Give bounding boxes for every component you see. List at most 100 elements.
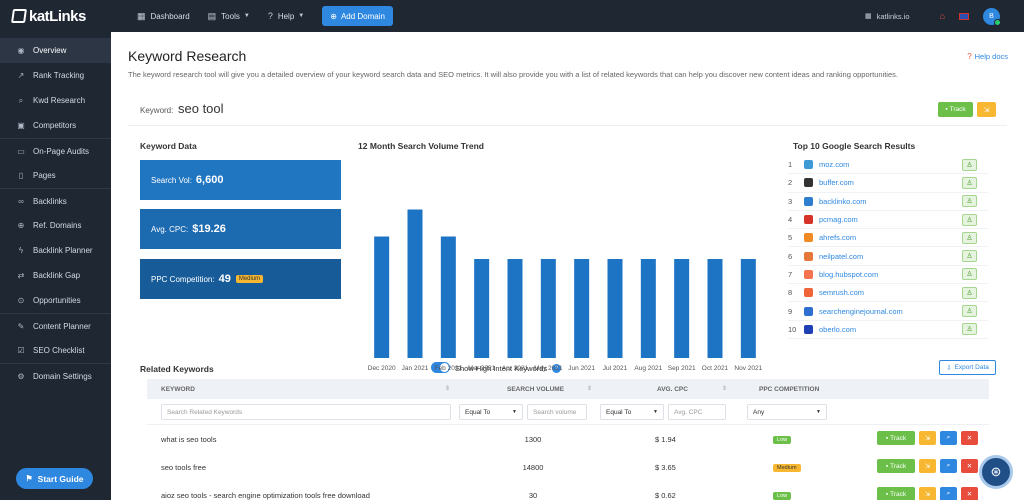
nav-dashboard[interactable]: ▦ Dashboard	[137, 11, 190, 22]
start-guide-button[interactable]: ⚑ Start Guide	[16, 468, 93, 489]
brand-logo[interactable]: katLinks	[0, 0, 111, 32]
sidebar-item-pages[interactable]: ▯ Pages	[0, 163, 111, 188]
delete-row-button[interactable]: ✕	[961, 459, 978, 473]
track-button[interactable]: ▪ Track	[877, 459, 915, 473]
result-link[interactable]: semrush.com	[819, 288, 864, 297]
main-content: Keyword Research ? Help docs The keyword…	[111, 32, 1024, 500]
analyze-site-button[interactable]: ♙	[962, 195, 977, 208]
sidebar-item-backlink-planner[interactable]: ϟ Backlink Planner	[0, 238, 111, 263]
sidebar-item-rank-tracking[interactable]: ↗ Rank Tracking	[0, 63, 111, 88]
sidebar-item-on-page-audits[interactable]: ▭ On-Page Audits	[0, 138, 111, 163]
x-tick-label: Aug 2021	[634, 365, 662, 372]
chart-bar[interactable]	[607, 259, 623, 358]
globe-icon: ⊕	[17, 221, 25, 230]
nav-tools[interactable]: ▤ Tools ▼	[208, 11, 250, 22]
user-icon: ♙	[966, 326, 973, 334]
delete-row-button[interactable]: ✕	[961, 487, 978, 500]
sidebar-item-backlinks[interactable]: ∞ Backlinks	[0, 188, 111, 213]
brand-name: katLinks	[29, 7, 86, 25]
export-row-button[interactable]: ⇲	[919, 459, 936, 473]
chart-bar[interactable]	[707, 259, 723, 358]
list-item: 9 searchenginejournal.com ♙	[788, 302, 988, 321]
result-link[interactable]: pcmag.com	[819, 215, 858, 224]
keyword-header: Keyword: seo tool ▪ Track ⇲	[128, 94, 1007, 126]
topbar: ▦ Dashboard ▤ Tools ▼ ? Help ▼ ⊕ Add Dom…	[111, 0, 1024, 32]
help-docs-link[interactable]: ? Help docs	[967, 52, 1008, 61]
dashboard-icon: ◉	[17, 46, 25, 55]
sidebar-item-content-planner[interactable]: ✎ Content Planner	[0, 313, 111, 338]
export-keyword-button[interactable]: ⇲	[977, 102, 996, 117]
chart-bar[interactable]	[740, 259, 756, 358]
sidebar-item-backlink-gap[interactable]: ⇄ Backlink Gap	[0, 263, 111, 288]
track-keyword-button[interactable]: ▪ Track	[938, 102, 973, 117]
sidebar-item-ref-domains[interactable]: ⊕ Ref. Domains	[0, 213, 111, 238]
logo-mark-icon	[11, 9, 27, 23]
x-tick-label: Apr 2021	[502, 365, 529, 372]
sidebar-item-seo-checklist[interactable]: ☑ SEO Checklist	[0, 338, 111, 363]
analyze-site-button[interactable]: ♙	[962, 158, 977, 171]
list-item: 6 neilpatel.com ♙	[788, 247, 988, 266]
chart-bar[interactable]	[374, 236, 390, 359]
sidebar-item-label: Competitors	[33, 121, 77, 130]
x-tick-label: Jul 2021	[603, 365, 628, 372]
sidebar-item-label: Backlink Planner	[33, 246, 93, 255]
track-button[interactable]: ▪ Track	[877, 487, 915, 500]
sidebar-item-domain-settings[interactable]: ⚙ Domain Settings	[0, 363, 111, 388]
chart-bar[interactable]	[674, 259, 690, 358]
search-row-button[interactable]: ⌕	[940, 431, 957, 445]
analyze-site-button[interactable]: ♙	[962, 176, 977, 189]
trash-icon: ✕	[966, 435, 973, 442]
result-link[interactable]: blog.hubspot.com	[819, 270, 878, 279]
nav-help[interactable]: ? Help ▼	[268, 11, 304, 21]
sidebar-item-opportunities[interactable]: ⊙ Opportunities	[0, 288, 111, 313]
site-favicon-icon	[804, 288, 813, 298]
add-domain-button[interactable]: ⊕ Add Domain	[322, 6, 393, 26]
header-keyword[interactable]: KEYWORD	[161, 386, 195, 393]
chart-bar[interactable]	[407, 209, 423, 359]
chart-bar[interactable]	[440, 236, 456, 359]
result-link[interactable]: backlinko.com	[819, 197, 867, 206]
export-row-button[interactable]: ⇲	[919, 487, 936, 500]
result-link[interactable]: oberlo.com	[819, 325, 856, 334]
chart-bar[interactable]	[474, 259, 490, 358]
result-link[interactable]: moz.com	[819, 160, 849, 169]
analyze-site-button[interactable]: ♙	[962, 250, 977, 263]
nav-dashboard-label: Dashboard	[150, 11, 190, 21]
sidebar-item-label: Overview	[33, 46, 67, 55]
export-data-button[interactable]: ⇩ Export Data	[939, 360, 996, 375]
search-row-button[interactable]: ⌕	[940, 459, 957, 473]
avatar[interactable]: B	[983, 7, 1001, 26]
users-icon: ▣	[17, 121, 25, 130]
analyze-site-button[interactable]: ♙	[962, 268, 977, 281]
support-chat-button[interactable]: ⊛	[979, 455, 1013, 489]
result-link[interactable]: ahrefs.com	[819, 233, 856, 242]
site-selector[interactable]: ▦ katlinks.io	[865, 12, 910, 21]
keyword-value: seo tool	[178, 101, 224, 116]
result-link[interactable]: neilpatel.com	[819, 252, 863, 261]
delete-row-button[interactable]: ✕	[961, 431, 978, 445]
sidebar-item-competitors[interactable]: ▣ Competitors	[0, 113, 111, 138]
chart-bar[interactable]	[574, 259, 590, 358]
keyword-cell: what is seo tools	[161, 435, 217, 444]
chart-bar[interactable]	[507, 259, 523, 358]
sidebar-item-label: Opportunities	[33, 296, 81, 305]
sidebar-item-overview[interactable]: ◉ Overview	[0, 38, 111, 63]
track-button[interactable]: ▪ Track	[877, 431, 915, 445]
chevron-down-icon: ▼	[816, 409, 821, 415]
sidebar-item-kwd-research[interactable]: ⌕ Kwd Research	[0, 88, 111, 113]
export-row-button[interactable]: ⇲	[919, 431, 936, 445]
analyze-site-button[interactable]: ♙	[962, 231, 977, 244]
x-tick-label: Nov 2021	[734, 365, 762, 372]
analyze-site-button[interactable]: ♙	[962, 323, 977, 336]
analyze-site-button[interactable]: ♙	[962, 213, 977, 226]
result-link[interactable]: buffer.com	[819, 178, 854, 187]
home-icon[interactable]: ⌂	[940, 11, 945, 21]
chart-bar[interactable]	[540, 259, 556, 358]
analyze-site-button[interactable]: ♙	[962, 286, 977, 299]
language-flag-icon[interactable]	[959, 12, 969, 20]
track-keyword-label: Track	[949, 106, 966, 113]
chart-bar[interactable]	[640, 259, 656, 358]
search-row-button[interactable]: ⌕	[940, 487, 957, 500]
result-link[interactable]: searchenginejournal.com	[819, 307, 903, 316]
analyze-site-button[interactable]: ♙	[962, 305, 977, 318]
